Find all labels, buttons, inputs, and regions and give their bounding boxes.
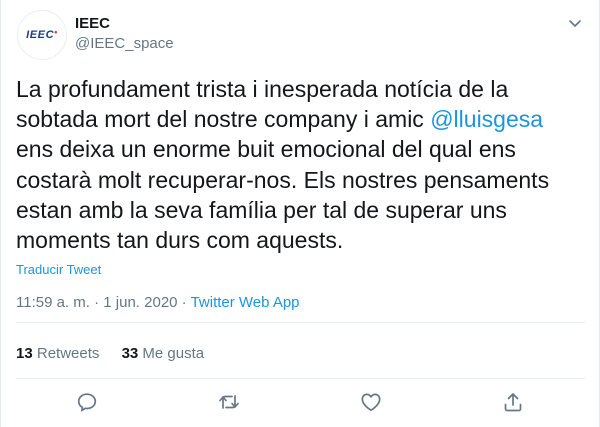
avatar-logo: IEEC• [26, 27, 58, 41]
tweet-time[interactable]: 11:59 a. m. [16, 294, 90, 311]
tweet-header: IEEC• IEEC @IEEC_space [17, 10, 587, 62]
meta-separator: · [89, 294, 104, 311]
retweets-label: Retweets [36, 345, 100, 362]
tweet-text-part-2: ens deixa un enorme buit emocional del q… [16, 136, 550, 254]
tweet-date[interactable]: 1 jun. 2020 [103, 294, 177, 311]
heart-icon[interactable] [359, 390, 383, 414]
divider [16, 378, 585, 379]
retweet-icon[interactable] [217, 390, 241, 414]
tweet-source-link[interactable]: Twitter Web App [191, 294, 300, 311]
likes-stat[interactable]: 33 Me gusta [122, 345, 205, 362]
tweet-meta: 11:59 a. m. · 1 jun. 2020 · Twitter Web … [16, 294, 300, 311]
likes-count: 33 [121, 345, 139, 362]
translate-tweet-link[interactable]: Traducir Tweet [16, 262, 101, 277]
mention-link[interactable]: @lluisgesa [430, 106, 543, 132]
tweet-text: La profundament trista i inesperada notí… [16, 74, 586, 255]
share-icon[interactable] [501, 390, 525, 414]
tweet-stats: 13 Retweets 33 Me gusta [16, 345, 222, 362]
meta-separator: · [177, 294, 191, 311]
likes-label: Me gusta [142, 345, 205, 362]
account-name[interactable]: IEEC [75, 15, 110, 32]
avatar[interactable]: IEEC• [17, 10, 67, 60]
retweets-stat[interactable]: 13 Retweets [16, 345, 99, 362]
tweet-actions [1, 386, 600, 422]
tweet-card: IEEC• IEEC @IEEC_space La profundament t… [0, 0, 600, 427]
divider [16, 322, 585, 323]
chevron-down-icon[interactable] [567, 15, 583, 31]
retweets-count: 13 [16, 345, 33, 362]
reply-icon[interactable] [75, 390, 99, 414]
account-handle[interactable]: @IEEC_space [75, 35, 174, 52]
